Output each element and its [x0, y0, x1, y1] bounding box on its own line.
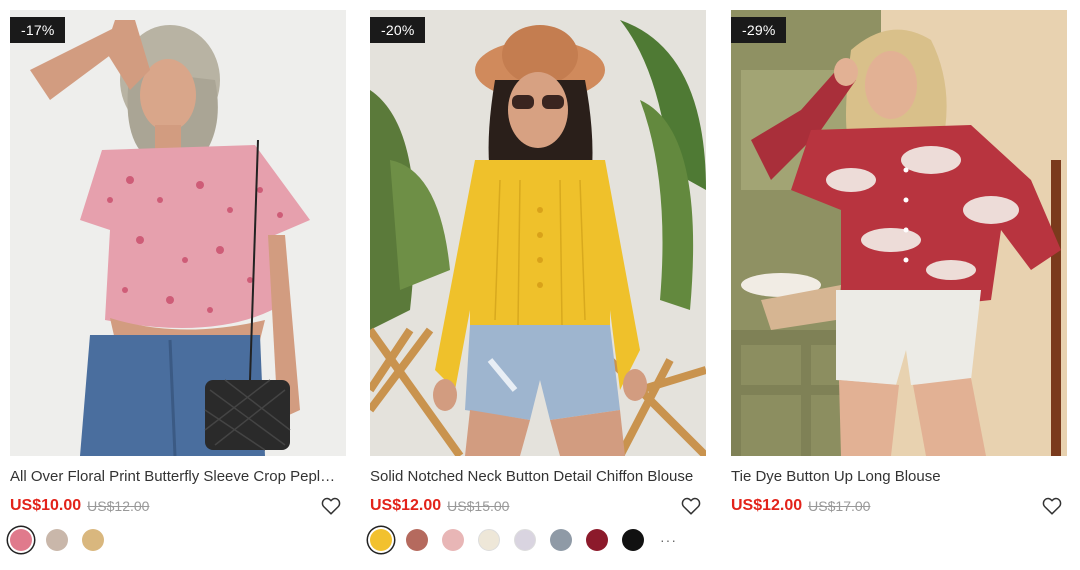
product-card[interactable]: -20% Solid Notched Neck Button Detail Ch…: [370, 10, 706, 553]
price-row: US$12.00 US$17.00: [731, 495, 1067, 517]
product-grid: -17% All Over Floral Print Butterfly Sle…: [0, 0, 1080, 570]
price-row: US$10.00 US$12.00: [10, 495, 346, 517]
color-swatch[interactable]: [370, 529, 392, 551]
sale-price: US$12.00: [370, 497, 442, 514]
product-card[interactable]: -29% Tie Dye Button Up Long Blouse US$12…: [731, 10, 1067, 517]
color-swatch[interactable]: [586, 529, 608, 551]
product-image[interactable]: -17%: [10, 10, 346, 456]
color-swatch[interactable]: [442, 529, 464, 551]
sale-price: US$10.00: [10, 497, 82, 514]
product-title[interactable]: Solid Notched Neck Button Detail Chiffon…: [370, 468, 696, 486]
product-card[interactable]: -17% All Over Floral Print Butterfly Sle…: [10, 10, 346, 553]
heart-outline-icon[interactable]: [320, 495, 342, 517]
color-swatch[interactable]: [622, 529, 644, 551]
product-image[interactable]: -20%: [370, 10, 706, 456]
heart-outline-icon[interactable]: [680, 495, 702, 517]
color-swatch[interactable]: [10, 529, 32, 551]
color-swatch[interactable]: [46, 529, 68, 551]
heart-outline-icon[interactable]: [1041, 495, 1063, 517]
color-swatch[interactable]: [514, 529, 536, 551]
more-colors-button[interactable]: ···: [660, 532, 677, 548]
original-price: US$17.00: [808, 498, 871, 514]
original-price: US$12.00: [87, 498, 150, 514]
color-swatch[interactable]: [550, 529, 572, 551]
product-image[interactable]: -29%: [731, 10, 1067, 456]
discount-badge: -20%: [370, 17, 426, 43]
color-swatches: [10, 527, 346, 553]
color-swatch[interactable]: [478, 529, 500, 551]
sale-price: US$12.00: [731, 497, 803, 514]
product-title[interactable]: Tie Dye Button Up Long Blouse: [731, 468, 1057, 486]
product-title[interactable]: All Over Floral Print Butterfly Sleeve C…: [10, 468, 336, 486]
color-swatch[interactable]: [406, 529, 428, 551]
discount-badge: -29%: [731, 17, 787, 43]
discount-badge: -17%: [10, 17, 66, 43]
color-swatches: ···: [370, 527, 706, 553]
color-swatch[interactable]: [82, 529, 104, 551]
original-price: US$15.00: [447, 498, 510, 514]
price-row: US$12.00 US$15.00: [370, 495, 706, 517]
